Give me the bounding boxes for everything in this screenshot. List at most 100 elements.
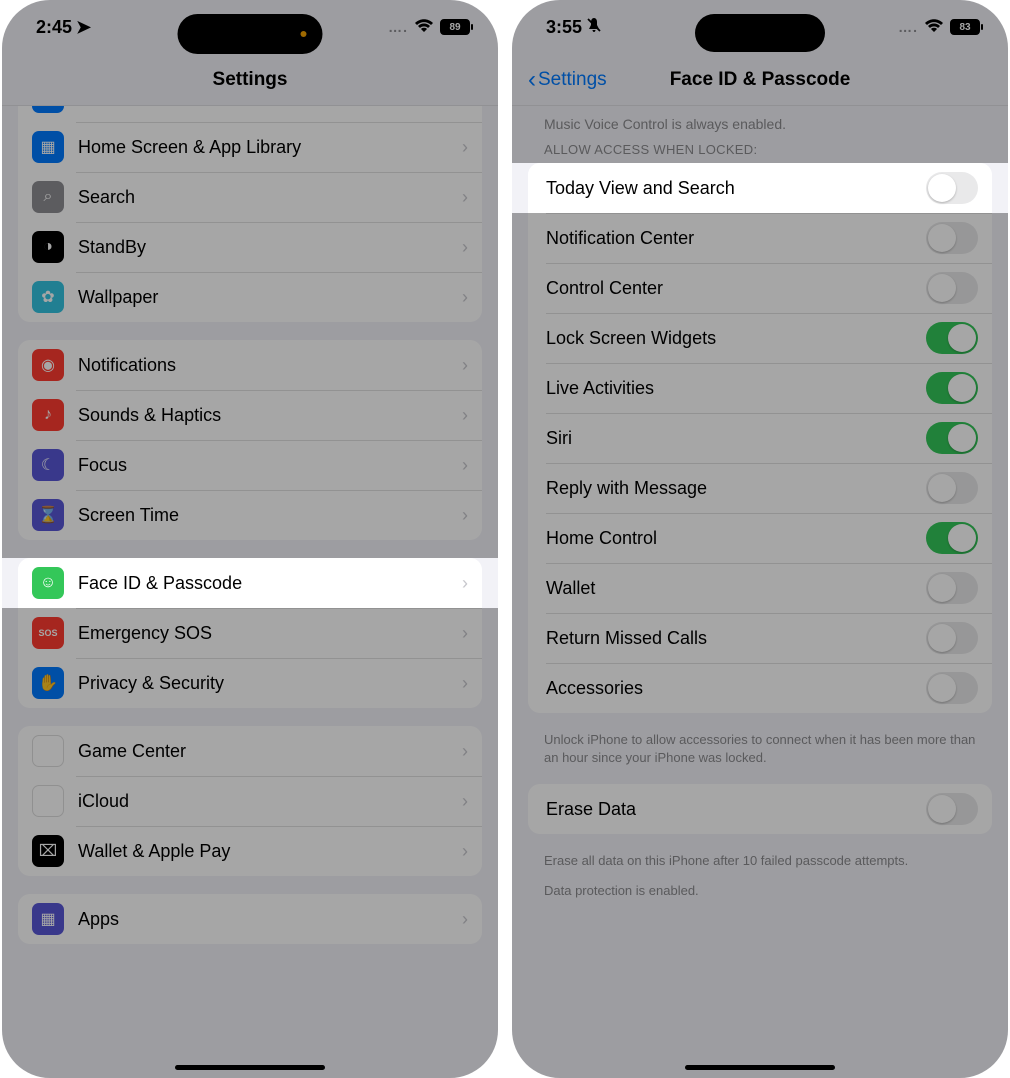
toggle-switch[interactable] [926,472,978,504]
settings-row-label: Emergency SOS [78,623,448,644]
navbar: ‹ Settings Face ID & Passcode [512,54,1008,106]
status-time: 3:55 [546,17,582,38]
silent-icon [586,17,602,38]
toggle-label: Control Center [546,278,912,299]
home-screen-icon: ▦ [32,131,64,163]
toggle-row: Siri [528,413,992,463]
settings-row-label: Focus [78,455,448,476]
toggle-row: Today View and Search [528,163,992,213]
toggle-row: Wallet [528,563,992,613]
game-center-icon: ✦ [32,735,64,767]
toggle-label: Notification Center [546,228,912,249]
settings-row[interactable]: ✦Game Center› [18,726,482,776]
icloud-icon: ☁ [32,785,64,817]
home-indicator[interactable] [685,1065,835,1070]
settings-row[interactable]: ⌛Screen Time› [18,490,482,540]
phone-right-faceid: 3:55 …. 83 ‹ Settings Face ID & Passcode… [512,0,1008,1078]
settings-row[interactable]: ⌧Wallet & Apple Pay› [18,826,482,876]
settings-row[interactable]: ◉Notifications› [18,340,482,390]
toggle-label: Home Control [546,528,912,549]
settings-row[interactable]: ▦Home Screen & App Library› [18,122,482,172]
toggle-row: Accessories [528,663,992,713]
chevron-right-icon: › [462,791,468,812]
settings-row-label: Privacy & Security [78,673,448,694]
dynamic-island [178,14,323,54]
faceid-icon: ☺ [32,567,64,599]
toggle-switch[interactable] [926,372,978,404]
settings-row[interactable]: ☺ Face ID & Passcode › [18,558,482,608]
section-header-allow-access: ALLOW ACCESS WHEN LOCKED: [544,142,976,157]
cellular-icon: …. [388,19,408,35]
chevron-right-icon: › [462,673,468,694]
privacy-icon: ✋ [32,667,64,699]
settings-row-label: Wallpaper [78,287,448,308]
cellular-icon: …. [898,19,918,35]
settings-row[interactable]: ▦Apps› [18,894,482,944]
settings-row-label: Game Center [78,741,448,762]
settings-row[interactable]: ♪Sounds & Haptics› [18,390,482,440]
settings-row-label: iCloud [78,791,448,812]
settings-row-label: Sounds & Haptics [78,405,448,426]
search-icon: ⌕ [32,181,64,213]
toggle-switch[interactable] [926,322,978,354]
settings-row-label: Face ID & Passcode [78,573,448,594]
settings-row-label: Wallet & Apple Pay [78,841,448,862]
chevron-right-icon: › [462,573,468,594]
data-protection-note: Data protection is enabled. [544,882,976,900]
voice-control-note: Music Voice Control is always enabled. [544,116,976,132]
apps-icon: ▦ [32,903,64,935]
toggle-row: Return Missed Calls [528,613,992,663]
toggle-label: Live Activities [546,378,912,399]
chevron-right-icon: › [462,137,468,158]
page-title: Face ID & Passcode [670,69,851,91]
toggle-switch[interactable] [926,422,978,454]
wifi-icon [924,17,944,38]
toggle-switch[interactable] [926,672,978,704]
wallet-icon: ⌧ [32,835,64,867]
toggle-row: Lock Screen Widgets [528,313,992,363]
toggle-row: Live Activities [528,363,992,413]
back-button[interactable]: ‹ Settings [528,68,607,92]
phone-left-settings: 2:45 ➤ …. 89 Settings ›▦Home Screen & Ap… [2,0,498,1078]
settings-row-label: Screen Time [78,505,448,526]
settings-row[interactable]: ☾Focus› [18,440,482,490]
chevron-left-icon: ‹ [528,68,536,92]
screen-time-icon: ⌛ [32,499,64,531]
settings-list[interactable]: ›▦Home Screen & App Library›⌕Search›◑Sta… [2,106,498,1078]
settings-row[interactable]: ☁ iCloud › [18,776,482,826]
location-icon: ➤ [76,17,91,38]
settings-row-label: Search [78,187,448,208]
settings-row-label: Apps [78,909,448,930]
toggle-label: Today View and Search [546,178,912,199]
notifications-icon: ◉ [32,349,64,381]
focus-icon: ☾ [32,449,64,481]
chevron-right-icon: › [462,355,468,376]
sos-icon: SOS [32,617,64,649]
settings-row[interactable]: ✋ Privacy & Security › [18,658,482,708]
chevron-right-icon: › [462,623,468,644]
general-icon [32,106,64,113]
erase-data-row: Erase Data [528,784,992,834]
toggle-switch[interactable] [926,572,978,604]
settings-row[interactable]: ⌕Search› [18,172,482,222]
toggle-switch[interactable] [926,222,978,254]
status-bar: 2:45 ➤ …. 89 [2,0,498,54]
toggle-switch[interactable] [926,522,978,554]
toggle-label: Erase Data [546,799,912,820]
chevron-right-icon: › [462,405,468,426]
battery-icon: 83 [950,19,980,35]
settings-row[interactable]: ◑StandBy› [18,222,482,272]
toggle-switch[interactable] [926,622,978,654]
settings-row-label: StandBy [78,237,448,258]
navbar: Settings [2,54,498,106]
settings-row-stub[interactable]: › [18,106,482,122]
toggle-row: Control Center [528,263,992,313]
faceid-list[interactable]: Music Voice Control is always enabled. AL… [512,106,1008,1078]
toggle-label: Return Missed Calls [546,628,912,649]
settings-row[interactable]: SOS Emergency SOS › [18,608,482,658]
home-indicator[interactable] [175,1065,325,1070]
toggle-switch[interactable] [926,272,978,304]
settings-row[interactable]: ✿Wallpaper› [18,272,482,322]
toggle-switch[interactable] [926,172,978,204]
toggle-switch[interactable] [926,793,978,825]
